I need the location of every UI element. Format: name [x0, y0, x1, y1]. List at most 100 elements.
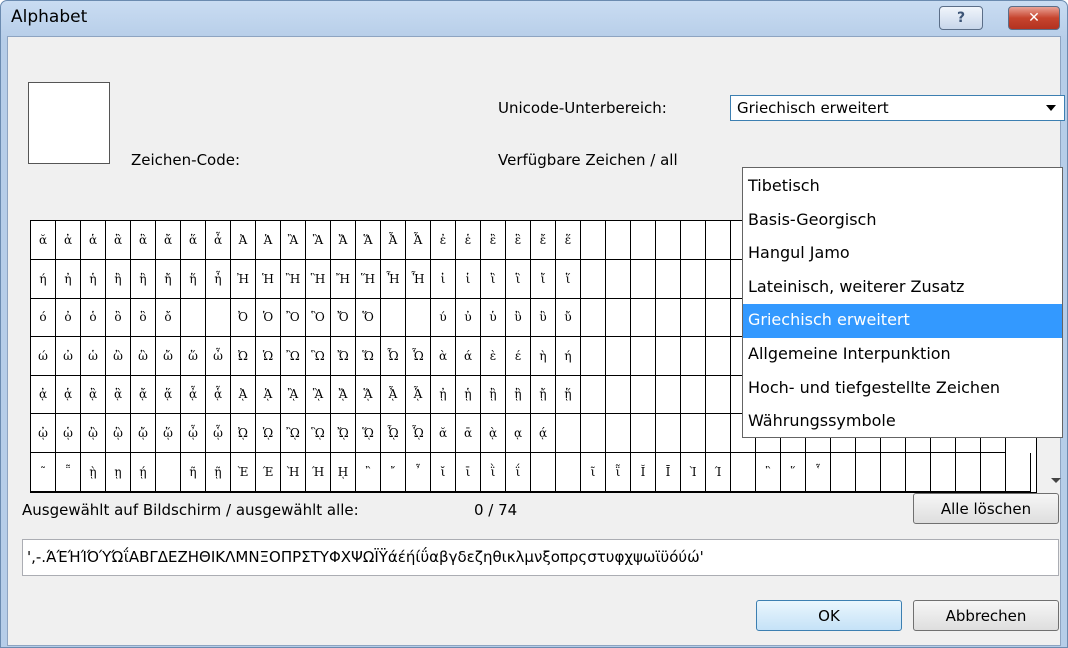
grid-cell[interactable]: ώ [31, 336, 56, 376]
grid-cell[interactable] [681, 298, 706, 338]
grid-cell[interactable]: ὐ [456, 298, 481, 338]
dropdown-option[interactable]: Tibetisch [743, 170, 1062, 204]
grid-cell[interactable]: ἅ [181, 221, 206, 260]
grid-cell[interactable]: ῝ [756, 452, 781, 492]
grid-cell[interactable]: Ὢ [281, 336, 306, 376]
grid-cell[interactable]: ὲ [481, 336, 506, 376]
grid-cell[interactable]: Ἠ [231, 259, 256, 299]
grid-cell[interactable] [156, 452, 181, 492]
grid-cell[interactable]: ῌ [331, 452, 356, 492]
grid-cell[interactable]: Ὁ [256, 298, 281, 338]
grid-cell[interactable]: ό [31, 298, 56, 338]
grid-cell[interactable]: ῟ [806, 452, 831, 492]
help-button[interactable]: ? [939, 6, 983, 30]
grid-cell[interactable]: Ἄ [331, 221, 356, 260]
grid-cell[interactable]: ΐ [506, 452, 531, 492]
grid-cell[interactable]: ὢ [106, 336, 131, 376]
grid-cell[interactable]: ἔ [531, 221, 556, 260]
grid-cell[interactable]: Ὣ [306, 336, 331, 376]
grid-cell[interactable]: ᾍ [356, 375, 381, 415]
grid-cell[interactable]: ῎ [381, 452, 406, 492]
grid-cell[interactable]: ᾢ [81, 414, 106, 453]
grid-cell[interactable] [181, 298, 206, 338]
grid-cell[interactable]: ή [556, 336, 581, 376]
grid-cell[interactable]: ἑ [456, 221, 481, 260]
grid-cell[interactable]: Ῑ [656, 452, 681, 492]
grid-cell[interactable] [931, 452, 956, 492]
grid-cell[interactable]: Ὀ [231, 298, 256, 338]
grid-cell[interactable]: ᾁ [56, 375, 81, 415]
grid-cell[interactable]: Ὄ [331, 298, 356, 338]
grid-cell[interactable]: Ἤ [331, 259, 356, 299]
grid-cell[interactable]: ῖ [581, 452, 606, 492]
grid-cell[interactable] [631, 375, 656, 415]
grid-cell[interactable]: ἀ [56, 221, 81, 260]
grid-cell[interactable]: Ὅ [356, 298, 381, 338]
grid-cell[interactable]: Ὃ [306, 298, 331, 338]
grid-cell[interactable]: ῑ [456, 452, 481, 492]
chevron-down-icon[interactable] [1046, 105, 1056, 111]
grid-cell[interactable]: Ἂ [281, 221, 306, 260]
grid-cell[interactable]: Ἡ [256, 259, 281, 299]
grid-cell[interactable]: ἲ [481, 259, 506, 299]
grid-cell[interactable]: Ὡ [256, 336, 281, 376]
grid-cell[interactable] [956, 452, 981, 492]
grid-cell[interactable]: ᾏ [406, 375, 431, 415]
grid-cell[interactable]: ᾦ [181, 414, 206, 453]
grid-cell[interactable] [681, 336, 706, 376]
grid-cell[interactable] [606, 298, 631, 338]
grid-cell[interactable]: Ὥ [356, 336, 381, 376]
grid-cell[interactable]: ὓ [531, 298, 556, 338]
dropdown-option[interactable]: Lateinisch, weiterer Zusatz [743, 271, 1062, 305]
grid-cell[interactable] [581, 298, 606, 338]
grid-cell[interactable] [906, 452, 931, 492]
grid-cell[interactable]: ῏ [406, 452, 431, 492]
grid-cell[interactable] [206, 298, 231, 338]
grid-cell[interactable]: ἂ [106, 221, 131, 260]
grid-cell[interactable]: ἴ [531, 259, 556, 299]
grid-cell[interactable] [631, 259, 656, 299]
grid-cell[interactable]: ᾰ [31, 221, 56, 260]
grid-cell[interactable]: ᾉ [256, 375, 281, 415]
grid-cell[interactable] [681, 259, 706, 299]
grid-cell[interactable] [606, 221, 631, 260]
grid-cell[interactable] [656, 221, 681, 260]
grid-cell[interactable] [656, 375, 681, 415]
grid-cell[interactable]: ᾧ [206, 414, 231, 453]
grid-cell[interactable]: ῒ [481, 452, 506, 492]
grid-cell[interactable]: ᾲ [481, 414, 506, 453]
grid-cell[interactable]: ῞ [781, 452, 806, 492]
grid-cell[interactable]: ά [456, 336, 481, 376]
grid-cell[interactable]: ᾨ [231, 414, 256, 453]
grid-cell[interactable]: ᾑ [456, 375, 481, 415]
grid-cell[interactable]: ἐ [431, 221, 456, 260]
grid-cell[interactable]: Ῐ [631, 452, 656, 492]
grid-cell[interactable]: ᾀ [31, 375, 56, 415]
grid-cell[interactable]: ᾂ [81, 375, 106, 415]
grid-cell[interactable]: Ἀ [231, 221, 256, 260]
grid-cell[interactable] [656, 298, 681, 338]
grid-cell[interactable] [581, 375, 606, 415]
grid-cell[interactable]: ῆ [181, 452, 206, 492]
dropdown-option[interactable]: Griechisch erweitert [743, 304, 1062, 339]
grid-cell[interactable] [1006, 452, 1031, 492]
grid-cell[interactable] [406, 298, 431, 338]
grid-cell[interactable]: ἰ [431, 259, 456, 299]
grid-cell[interactable]: ῀ [31, 452, 56, 492]
grid-cell[interactable]: ύ [431, 298, 456, 338]
grid-cell[interactable]: ᾯ [406, 414, 431, 453]
grid-cell[interactable] [656, 259, 681, 299]
grid-cell[interactable]: Ὠ [231, 336, 256, 376]
grid-cell[interactable]: ὥ [181, 336, 206, 376]
grid-cell[interactable]: ᾌ [331, 375, 356, 415]
grid-cell[interactable]: Ὦ [381, 336, 406, 376]
grid-cell[interactable]: ἦ [206, 259, 231, 299]
grid-cell[interactable]: Ἆ [381, 221, 406, 260]
grid-cell[interactable]: ἳ [506, 259, 531, 299]
grid-cell[interactable]: ὔ [556, 298, 581, 338]
grid-cell[interactable]: ᾕ [556, 375, 581, 415]
grid-cell[interactable]: Ή [306, 452, 331, 492]
grid-cell[interactable] [656, 414, 681, 453]
grid-cell[interactable]: ἕ [556, 221, 581, 260]
grid-cell[interactable] [706, 336, 731, 376]
